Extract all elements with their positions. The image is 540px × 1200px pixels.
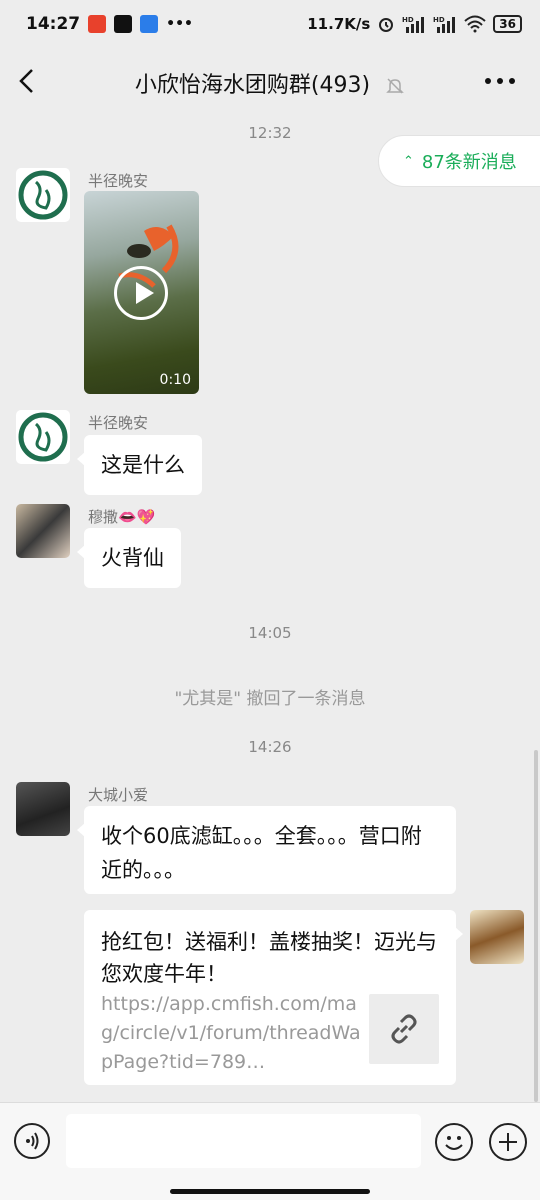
avatar[interactable]: [16, 168, 70, 222]
app-notification-icon: [88, 15, 107, 33]
sender-name: 大城小爱: [88, 786, 149, 804]
message-bubble[interactable]: 收个60底滤缸。。。全套。。。营口附近的。。。: [77, 806, 456, 894]
sender-name: 半径晚安: [88, 172, 149, 190]
signal-icon-2: HD: [433, 16, 456, 33]
battery-icon: 36: [493, 15, 522, 33]
sender-name: 穆撒👄💖: [88, 508, 156, 526]
timestamp: 14:26: [248, 738, 292, 756]
link-thumbnail: [369, 994, 439, 1064]
message-bubble[interactable]: 火背仙: [77, 528, 181, 588]
more-dots-icon: [485, 78, 515, 84]
video-message[interactable]: 0:10: [84, 191, 199, 394]
chat-header: 小欣怡海水团购群(493): [0, 48, 540, 114]
status-time: 14:27: [26, 14, 81, 34]
svg-text:HD: HD: [433, 16, 445, 24]
double-chevron-up-icon: ⌃: [403, 153, 414, 169]
app-notification-icon-2: [140, 15, 159, 33]
more-button[interactable]: [480, 66, 520, 96]
voice-icon: [26, 1132, 39, 1150]
chat-area[interactable]: 12:32 ⌃ 87条新消息 半径晚安 0:10 半径晚安 这是什么 穆撒👄💖 …: [0, 114, 540, 1102]
status-overflow-dots: •••: [166, 16, 193, 32]
chat-title: 小欣怡海水团购群(493): [134, 73, 371, 98]
link-card-message[interactable]: 抢红包！送福利！盖楼抽奖！迈光与您欢度牛年！ https://app.cmfis…: [84, 910, 463, 1085]
avatar[interactable]: [16, 782, 70, 836]
play-icon[interactable]: [114, 266, 168, 320]
net-speed: 11.7K/s: [307, 15, 371, 33]
avatar[interactable]: [16, 504, 70, 558]
plus-icon: [499, 1133, 517, 1151]
tiktok-notification-icon: [114, 15, 133, 33]
svg-text:HD: HD: [402, 16, 414, 24]
more-functions-button[interactable]: [489, 1123, 527, 1161]
my-avatar[interactable]: [470, 910, 524, 964]
wifi-icon: [464, 15, 486, 33]
new-messages-button[interactable]: ⌃ 87条新消息: [378, 135, 540, 187]
input-bar: [0, 1102, 540, 1200]
sender-name: 半径晚安: [88, 414, 149, 432]
alarm-icon: [379, 18, 394, 32]
link-url: https://app.cmfish.com/mag/circle/v1/for…: [101, 993, 361, 1073]
link-icon: [391, 1014, 417, 1044]
new-messages-label: 87条新消息: [421, 152, 517, 173]
video-duration: 0:10: [159, 372, 191, 388]
bell-muted-icon: [386, 78, 404, 94]
emoji-icon: [445, 1136, 463, 1150]
link-title: 抢红包！送福利！盖楼抽奖！迈光与您欢度牛年！: [101, 930, 437, 986]
voice-button[interactable]: [14, 1123, 50, 1159]
signal-icon: HD: [402, 16, 425, 33]
system-recall-notice: "尤其是" 撤回了一条消息: [174, 689, 366, 709]
emoji-button[interactable]: [435, 1123, 473, 1161]
scrollbar[interactable]: [534, 750, 538, 1102]
timestamp: 14:05: [248, 624, 292, 642]
status-bar: 14:27 ••• 11.7K/s HD HD 36: [0, 0, 540, 48]
message-bubble[interactable]: 这是什么: [77, 435, 202, 495]
home-indicator[interactable]: [170, 1189, 370, 1194]
message-input[interactable]: [66, 1114, 421, 1168]
avatar[interactable]: [16, 410, 70, 464]
